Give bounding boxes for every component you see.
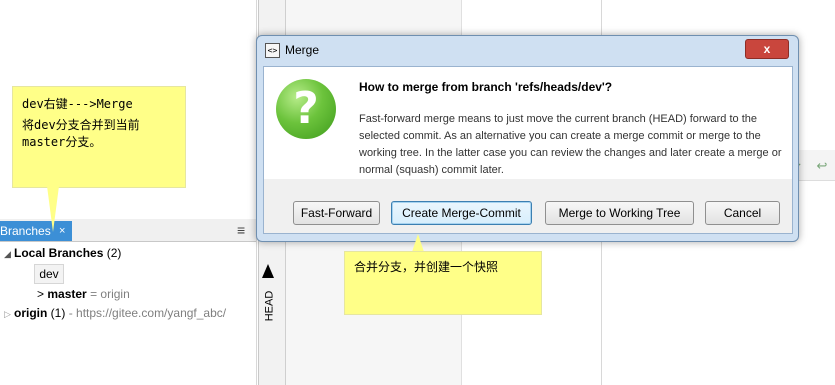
local-branches-label: Local Branches bbox=[14, 246, 104, 260]
merge-dialog: <> Merge x ? How to merge from branch 'r… bbox=[256, 35, 799, 242]
origin-label: origin bbox=[14, 306, 48, 320]
tree-item-origin[interactable]: ▷ origin (1) - https://gitee.com/yangf_ab… bbox=[4, 306, 226, 320]
local-branches-count: (2) bbox=[106, 246, 122, 260]
current-branch-marker: > bbox=[37, 287, 45, 301]
dialog-title: Merge bbox=[285, 43, 320, 57]
close-button[interactable]: x bbox=[745, 39, 789, 59]
note-left-line1: dev右键--->Merge bbox=[22, 97, 133, 111]
annotation-note-left: dev右键--->Merge 将dev分支合并到当前master分支。 bbox=[12, 86, 186, 188]
left-panel bbox=[0, 0, 257, 385]
question-icon: ? bbox=[276, 79, 336, 139]
message-area: ? How to merge from branch 'refs/heads/d… bbox=[264, 67, 792, 179]
annotation-pointer-bottom bbox=[412, 234, 424, 252]
note-bottom-text: 合并分支，并创建一个快照 bbox=[354, 260, 499, 274]
head-arrow-icon bbox=[262, 264, 274, 278]
tab-branches[interactable]: Branches × bbox=[0, 221, 72, 241]
tree-item-dev[interactable]: dev bbox=[34, 264, 64, 284]
master-tracking: = origin bbox=[90, 287, 130, 301]
origin-url: - https://gitee.com/yangf_abc/ bbox=[68, 306, 227, 320]
create-merge-commit-button[interactable]: Create Merge-Commit bbox=[391, 201, 532, 225]
head-label: HEAD bbox=[263, 290, 276, 322]
close-icon[interactable]: × bbox=[59, 221, 65, 241]
dialog-content: ? How to merge from branch 'refs/heads/d… bbox=[263, 66, 793, 234]
annotation-note-bottom: 合并分支，并创建一个快照 bbox=[344, 251, 542, 315]
message-heading: How to merge from branch 'refs/heads/dev… bbox=[359, 80, 613, 94]
tab-branches-label: Branches bbox=[0, 224, 51, 238]
note-left-line2: 将dev分支合并到当前master分支。 bbox=[22, 118, 140, 149]
annotation-pointer bbox=[47, 186, 59, 232]
origin-count: (1) bbox=[50, 306, 66, 320]
tree-item-master[interactable]: > master = origin bbox=[37, 287, 130, 301]
collapsed-triangle-icon[interactable]: ▷ bbox=[4, 309, 14, 320]
expanded-triangle-icon[interactable]: ◢ bbox=[4, 249, 14, 260]
master-label: master bbox=[47, 287, 87, 301]
view-menu-icon[interactable]: ≡ bbox=[237, 222, 245, 238]
tree-item-local-branches[interactable]: ◢ Local Branches (2) bbox=[4, 246, 121, 260]
dialog-titlebar[interactable]: <> Merge x bbox=[257, 36, 798, 64]
fast-forward-button[interactable]: Fast-Forward bbox=[293, 201, 380, 225]
merge-to-working-tree-button[interactable]: Merge to Working Tree bbox=[545, 201, 694, 225]
cancel-button[interactable]: Cancel bbox=[705, 201, 780, 225]
message-body: Fast-forward merge means to just move th… bbox=[359, 113, 782, 176]
eclipse-window-icon: <> bbox=[265, 43, 280, 58]
